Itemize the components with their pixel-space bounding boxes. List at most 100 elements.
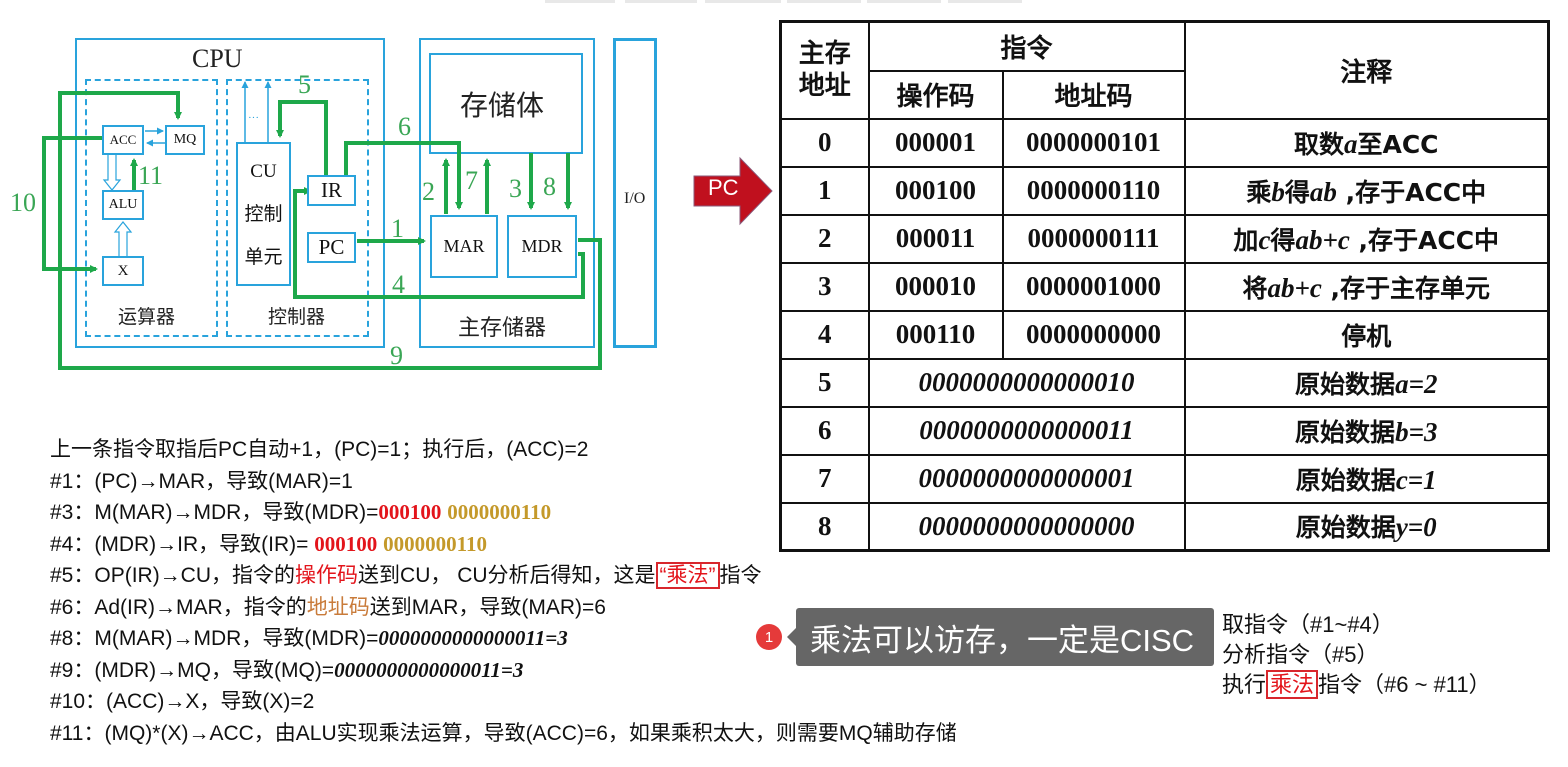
step-9-value: 0000000000000011=3 [334, 657, 524, 682]
memory-address: 2 [779, 213, 870, 264]
comment-part: 原始数据 [1295, 369, 1396, 399]
memory-address: 3 [779, 261, 870, 312]
comment-part: y=0 [1395, 512, 1437, 543]
comment-part: ,存于ACC中 [1336, 177, 1487, 207]
step-number-5: 5 [298, 70, 311, 99]
step-5-opcode-term: 操作码 [295, 564, 359, 587]
cu-dots: ··· [248, 112, 259, 124]
step-number-8: 8 [543, 172, 556, 201]
comment-cell: 停机 [1183, 309, 1550, 360]
header-comment: 注释 [1183, 20, 1550, 120]
memory-address: 0 [779, 117, 870, 168]
acc-to-alu-arrow [102, 154, 122, 191]
ir-register: IR [307, 175, 356, 206]
opcode-cell: 000110 [867, 309, 1004, 360]
comment-part: 得 [1270, 225, 1296, 255]
step-1: #1：(PC)→MAR，导致(MAR)=1 [50, 469, 353, 493]
comment-cell: 原始数据y=0 [1183, 501, 1550, 552]
phase-fetch: 取指令（#1~#4） [1222, 612, 1394, 637]
step-10: #10：(ACC)→X，导致(X)=2 [50, 690, 315, 713]
addr-code-cell: 0000000111 [1001, 213, 1186, 264]
top-bar [948, 0, 1022, 3]
top-bar [787, 0, 861, 3]
bus-10 [42, 136, 102, 273]
step-11: #11：(MQ)*(X)→ACC，由ALU实现乘法运算，导致(ACC)=6，如果… [50, 721, 957, 745]
step-8-value: 0000000000000011=3 [378, 626, 568, 650]
step-number-6: 6 [398, 112, 411, 141]
step-5: #5：OP(IR)→CU，指令的操作码送到CU， CU分析后得知，这是 “乘法” 指… [50, 560, 957, 592]
phase-execute: 执行 乘法 指令（#6 ~ #11） [1222, 670, 1491, 700]
opcode-cell: 000001 [867, 117, 1004, 168]
step-number-4: 4 [392, 270, 405, 299]
instruction-phases: 取指令（#1~#4） 分析指令（#5） 执行 乘法 指令（#6 ~ #11） [1222, 610, 1491, 700]
cu-label-unit: 单元 [244, 246, 283, 268]
header-addr-code: 地址码 [1001, 69, 1186, 120]
header-address: 主存 地址 [779, 20, 870, 120]
comment-part: ,存于主存单元 [1321, 273, 1491, 303]
step-number-3: 3 [509, 174, 522, 203]
pc-register: PC [307, 232, 356, 263]
comment-cell: 原始数据b=3 [1183, 405, 1550, 456]
comment-part: c=1 [1395, 464, 1437, 495]
step-5-multiply-highlight: “乘法” [655, 562, 720, 589]
phase-execute-multiply-highlight: 乘法 [1266, 670, 1319, 699]
step-number-11: 11 [138, 161, 164, 190]
comment-part: 得 [1284, 177, 1310, 207]
step-number-10: 10 [10, 188, 36, 217]
phase-decode: 分析指令（#5） [1222, 642, 1379, 667]
step-6-text-2: 送到MAR，导致(MAR)=6 [369, 595, 606, 619]
step-number-1: 1 [391, 214, 404, 243]
step-6-text: #6：Ad(IR)→MAR，指令的 [50, 595, 307, 619]
x-register: X [102, 256, 144, 286]
alu-unit: ALU [102, 190, 144, 220]
step-4-opcode: 000100 [314, 531, 378, 556]
execution-steps: 上一条指令取指后PC自动+1，(PC)=1；执行后，(ACC)=2 #1：(PC… [50, 434, 957, 749]
step-3: #3：M(MAR)→MDR，导致(MDR)=000100 0000000110 [50, 497, 957, 529]
comment-cell: 将ab+c ,存于主存单元 [1183, 261, 1550, 312]
comment-part: 原始数据 [1295, 465, 1396, 495]
step-number-2: 2 [422, 177, 435, 206]
step-6-addr-code-term: 地址码 [306, 595, 370, 619]
comment-cell: 取数a至ACC [1183, 117, 1550, 168]
acc-register: ACC [102, 125, 144, 155]
comment-bubble[interactable]: 乘法可以访存，一定是CISC [787, 608, 1214, 666]
step-4-addr-code: 0000000110 [383, 531, 487, 556]
phase-execute-text: 执行 [1222, 672, 1267, 697]
comment-cell: 加c得ab+c ,存于ACC中 [1183, 213, 1550, 264]
comment-part: 原始数据 [1295, 417, 1396, 447]
step-4: #4：(MDR)→IR，导致(IR)= 000100 0000000110 [50, 529, 957, 561]
comment-part: c [1258, 224, 1271, 255]
phase-execute-text-2: 指令（#6 ~ #11） [1318, 672, 1491, 697]
step-8-text: #8：M(MAR)→MDR，导致(MDR)= [50, 627, 379, 650]
comment-part: a [1343, 128, 1358, 159]
addr-code-cell: 0000000110 [1001, 165, 1186, 216]
step-5-text-3: 指令 [719, 564, 762, 587]
header-instruction: 指令 [867, 20, 1186, 72]
comment-part: ab+c [1267, 272, 1322, 303]
pc-pointer-label: PC [708, 175, 739, 200]
comment-part: 取数 [1293, 129, 1344, 159]
comment-cell: 原始数据c=1 [1183, 453, 1550, 504]
top-bar [867, 0, 941, 3]
addr-code-cell: 0000000000 [1001, 309, 1186, 360]
comment-cell: 原始数据a=2 [1183, 357, 1550, 408]
step-intro: 上一条指令取指后PC自动+1，(PC)=1；执行后，(ACC)=2 [50, 438, 589, 461]
comment-badge[interactable]: 1 [756, 624, 782, 650]
header-address-line2: 地址 [798, 71, 851, 102]
comment-part: 至ACC [1357, 129, 1439, 159]
step-4-text: #4：(MDR)→IR，导致(IR)= [50, 532, 315, 556]
data-word-cell: 0000000000000010 [867, 357, 1186, 408]
addr-code-cell: 0000000101 [1001, 117, 1186, 168]
step-number-9: 9 [390, 341, 403, 370]
step-9-text: #9：(MDR)→MQ，导致(MQ)= [50, 658, 335, 682]
comment-part: a=2 [1395, 368, 1438, 399]
comment-part: 将 [1242, 273, 1268, 303]
step-number-7: 7 [465, 166, 478, 195]
mar-register: MAR [430, 215, 498, 278]
comment-part: ab [1309, 176, 1337, 207]
cu-label: CU [250, 160, 277, 182]
x-to-alu-arrow [113, 221, 133, 256]
step-3-addr-code: 0000000110 [447, 500, 552, 524]
step-5-text-2: 送到CU， CU分析后得知，这是 [358, 564, 656, 587]
comment-part: 乘 [1246, 177, 1272, 207]
